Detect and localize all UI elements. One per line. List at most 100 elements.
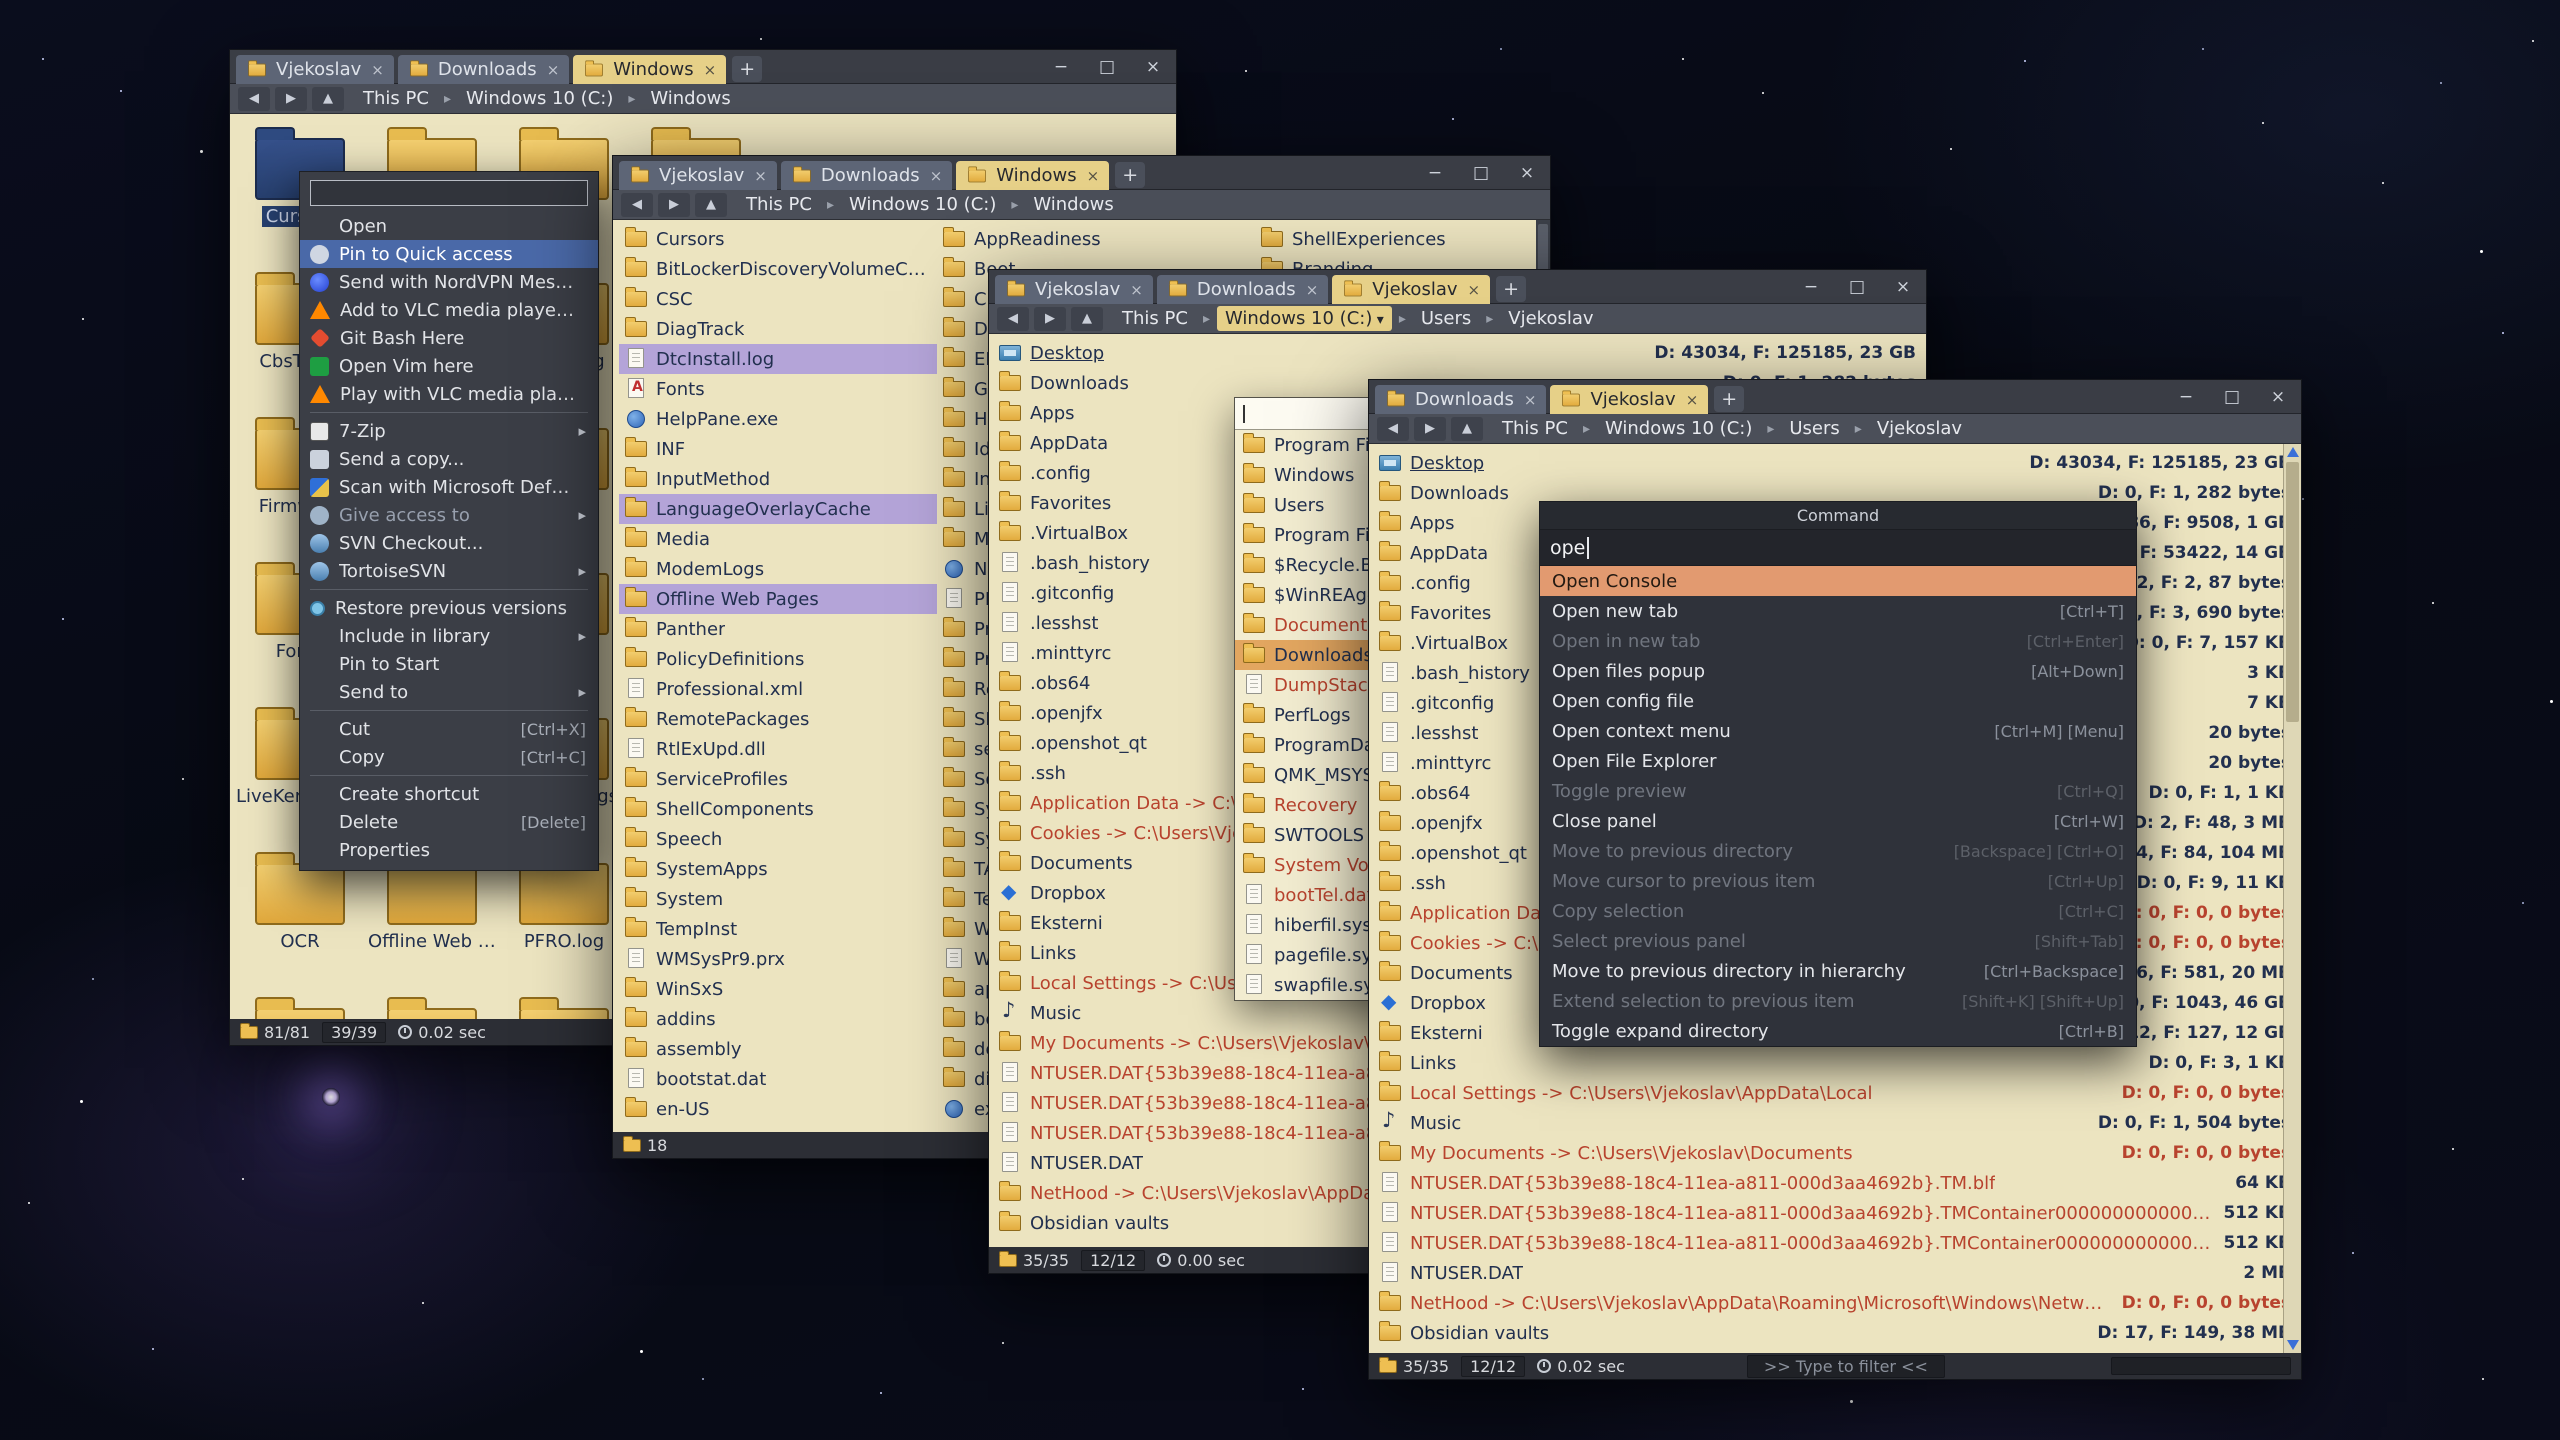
tab-close-icon[interactable]: × <box>1130 281 1143 299</box>
minimize-button[interactable]: − <box>1788 270 1834 303</box>
breadcrumb-item[interactable]: This PC <box>1494 416 1576 441</box>
file-row[interactable]: ShellExperiences <box>1255 224 1550 254</box>
file-row[interactable]: Professional.xml <box>619 674 937 704</box>
tab-close-icon[interactable]: × <box>1686 391 1699 409</box>
scroll-down-icon[interactable] <box>2287 1340 2299 1350</box>
palette-command[interactable]: Toggle preview [Ctrl+Q] <box>1540 776 2136 806</box>
maximize-button[interactable]: □ <box>2209 380 2255 413</box>
file-row[interactable]: Offline Web Pages <box>619 584 937 614</box>
context-menu-item[interactable]: Include in library <box>300 622 598 650</box>
file-row[interactable]: Desktop D: 43034, F: 125185, 23 GB <box>1369 448 2301 478</box>
back-button[interactable]: ◀ <box>621 193 653 217</box>
tab-close-icon[interactable]: × <box>704 61 717 79</box>
file-row[interactable]: NetHood -> C:\Users\Vjekoslav\AppData\Ro… <box>1369 1288 2301 1318</box>
file-row[interactable]: Obsidian vaults D: 17, F: 149, 38 MB <box>1369 1318 2301 1348</box>
tab-close-icon[interactable]: × <box>547 61 560 79</box>
tab[interactable]: Downloads × <box>1157 275 1328 304</box>
up-button[interactable]: ▲ <box>1451 417 1483 441</box>
file-icon-item[interactable]: PolicyDefinitions <box>234 992 366 1019</box>
context-menu-item[interactable]: TortoiseSVN <box>300 557 598 585</box>
tab-close-icon[interactable]: × <box>1468 281 1481 299</box>
vertical-scrollbar[interactable] <box>2283 444 2301 1353</box>
breadcrumb-item[interactable]: Vjekoslav <box>1500 306 1601 331</box>
file-row[interactable]: Cursors <box>619 224 937 254</box>
palette-search-input[interactable]: ope <box>1540 530 2136 566</box>
new-tab-button[interactable]: + <box>1496 276 1526 302</box>
file-row[interactable]: NTUSER.DAT{53b39e88-18c4-11ea-a811-000d3… <box>1369 1168 2301 1198</box>
context-menu-item[interactable]: Pin to Quick access <box>300 240 598 268</box>
palette-command[interactable]: Move to previous directory [Backspace] [… <box>1540 836 2136 866</box>
palette-command[interactable]: Toggle expand directory [Ctrl+B] <box>1540 1016 2136 1046</box>
context-menu-item[interactable]: Send to <box>300 678 598 706</box>
palette-command[interactable]: Extend selection to previous item [Shift… <box>1540 986 2136 1016</box>
file-row[interactable]: en-US <box>619 1094 937 1124</box>
palette-command[interactable]: Move cursor to previous item [Ctrl+Up] <box>1540 866 2136 896</box>
forward-button[interactable]: ▶ <box>1034 307 1066 331</box>
palette-command[interactable]: Open Console <box>1540 566 2136 596</box>
context-menu-item[interactable]: Copy [Ctrl+C] <box>300 743 598 771</box>
context-menu-item[interactable]: Pin to Start <box>300 650 598 678</box>
breadcrumb-item[interactable]: Windows 10 (C:) <box>841 192 1004 217</box>
new-tab-button[interactable]: + <box>1714 386 1744 412</box>
context-menu-item[interactable]: Properties <box>300 836 598 864</box>
breadcrumb-item[interactable]: Windows 10 (C:) <box>1217 306 1392 331</box>
context-menu-item[interactable]: Delete [Delete] <box>300 808 598 836</box>
file-row[interactable]: Music D: 0, F: 1, 504 bytes <box>1369 1108 2301 1138</box>
close-button[interactable]: × <box>1504 156 1550 189</box>
palette-command[interactable]: Open files popup [Alt+Down] <box>1540 656 2136 686</box>
file-row[interactable]: LanguageOverlayCache <box>619 494 937 524</box>
tab[interactable]: Downloads × <box>398 55 569 84</box>
file-row[interactable]: ServiceProfiles <box>619 764 937 794</box>
file-row[interactable]: TempInst <box>619 914 937 944</box>
palette-command[interactable]: Open new tab [Ctrl+T] <box>1540 596 2136 626</box>
palette-command[interactable]: Close panel [Ctrl+W] <box>1540 806 2136 836</box>
minimize-button[interactable]: − <box>1038 50 1084 83</box>
file-row[interactable]: addins <box>619 1004 937 1034</box>
inline-rename-input[interactable] <box>310 180 588 206</box>
file-row[interactable]: NTUSER.DAT 2 MB <box>1369 1258 2301 1288</box>
tab-close-icon[interactable]: × <box>371 61 384 79</box>
context-menu-item[interactable]: SVN Checkout... <box>300 529 598 557</box>
palette-command[interactable]: Select previous panel [Shift+Tab] <box>1540 926 2136 956</box>
tab[interactable]: Vjekoslav × <box>236 55 394 84</box>
palette-command[interactable]: Copy selection [Ctrl+C] <box>1540 896 2136 926</box>
file-row[interactable]: NTUSER.DAT{53b39e88-18c4-11ea-a811-000d3… <box>1369 1228 2301 1258</box>
new-tab-button[interactable]: + <box>1115 162 1145 188</box>
file-row[interactable]: Media <box>619 524 937 554</box>
minimize-button[interactable]: − <box>1412 156 1458 189</box>
file-row[interactable]: Desktop D: 43034, F: 125185, 23 GB <box>989 338 1926 368</box>
up-button[interactable]: ▲ <box>312 87 344 111</box>
file-row[interactable]: WinSxS <box>619 974 937 1004</box>
file-row[interactable]: RemotePackages <box>619 704 937 734</box>
close-button[interactable]: × <box>1880 270 1926 303</box>
close-button[interactable]: × <box>2255 380 2301 413</box>
context-menu-item[interactable]: Cut [Ctrl+X] <box>300 715 598 743</box>
breadcrumb-item[interactable]: Windows 10 (C:) <box>1597 416 1760 441</box>
file-row[interactable]: WMSysPr9.prx <box>619 944 937 974</box>
palette-command[interactable]: Open File Explorer <box>1540 746 2136 776</box>
forward-button[interactable]: ▶ <box>275 87 307 111</box>
context-menu-item[interactable]: 7-Zip <box>300 417 598 445</box>
back-button[interactable]: ◀ <box>238 87 270 111</box>
tab[interactable]: Vjekoslav × <box>995 275 1153 304</box>
palette-command[interactable]: Move to previous directory in hierarchy … <box>1540 956 2136 986</box>
file-row[interactable]: ModemLogs <box>619 554 937 584</box>
tab[interactable]: Vjekoslav × <box>1550 385 1708 414</box>
context-menu-item[interactable]: Add to VLC media player's Playlist <box>300 296 598 324</box>
new-tab-button[interactable]: + <box>732 56 762 82</box>
palette-command[interactable]: Open context menu [Ctrl+M] [Menu] <box>1540 716 2136 746</box>
tab-close-icon[interactable]: × <box>754 167 767 185</box>
breadcrumb-item[interactable]: Vjekoslav <box>1869 416 1970 441</box>
file-row[interactable]: bootstat.dat <box>619 1064 937 1094</box>
file-row[interactable]: SystemApps <box>619 854 937 884</box>
breadcrumb-item[interactable]: Windows <box>1025 192 1121 217</box>
maximize-button[interactable]: □ <box>1084 50 1130 83</box>
breadcrumb-item[interactable]: This PC <box>738 192 820 217</box>
file-row[interactable]: My Documents -> C:\Users\Vjekoslav\Docum… <box>1369 1138 2301 1168</box>
tab[interactable]: Vjekoslav × <box>1332 275 1490 304</box>
forward-button[interactable]: ▶ <box>658 193 690 217</box>
tab-close-icon[interactable]: × <box>1087 167 1100 185</box>
breadcrumb-item[interactable]: This PC <box>355 86 437 111</box>
scrollbar-thumb[interactable] <box>2286 462 2299 722</box>
file-row[interactable]: PolicyDefinitions <box>619 644 937 674</box>
